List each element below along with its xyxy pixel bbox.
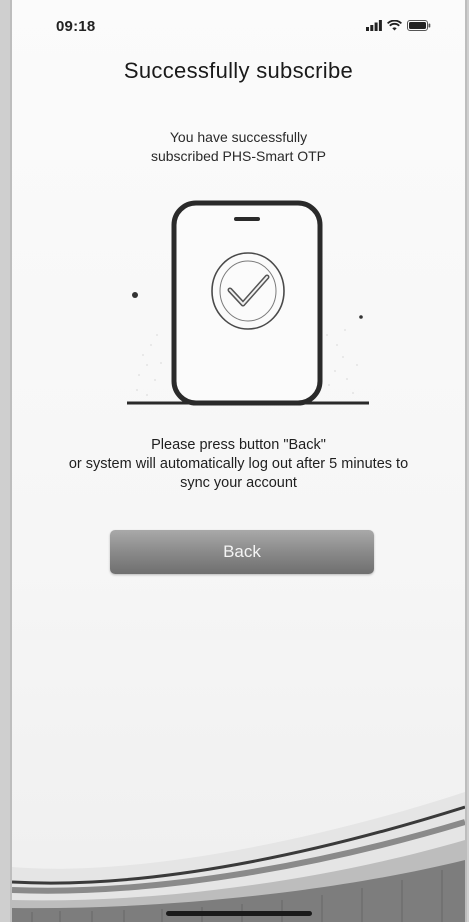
status-icons [366, 20, 431, 31]
battery-icon [407, 20, 431, 31]
logout-instructions: Please press button "Back" or system wil… [12, 436, 465, 493]
page-title: Successfully subscribe [123, 58, 354, 83]
instructions-line-3: sync your account [180, 475, 297, 491]
instructions-line-2: or system will automatically log out aft… [68, 456, 409, 472]
phone-screen: 09:18 Successfully subscribe You have su… [10, 0, 467, 922]
success-message-line-1: You have successfully [169, 129, 308, 145]
phone-check-icon [127, 200, 369, 406]
wifi-icon [387, 20, 402, 31]
success-message: You have successfully subscribed PHS-Sma… [82, 128, 395, 166]
home-indicator[interactable] [166, 911, 312, 916]
back-button[interactable]: Back [110, 530, 374, 574]
instructions-line-1: Please press button "Back" [151, 437, 326, 453]
footer-wave-decoration [12, 792, 465, 922]
success-message-line-2: subscribed PHS-Smart OTP [150, 148, 327, 164]
screenshot-page: 09:18 Successfully subscribe You have su… [0, 0, 469, 922]
signal-icon [366, 20, 382, 31]
status-time: 09:18 [56, 18, 96, 35]
status-bar: 09:18 [12, 0, 465, 44]
